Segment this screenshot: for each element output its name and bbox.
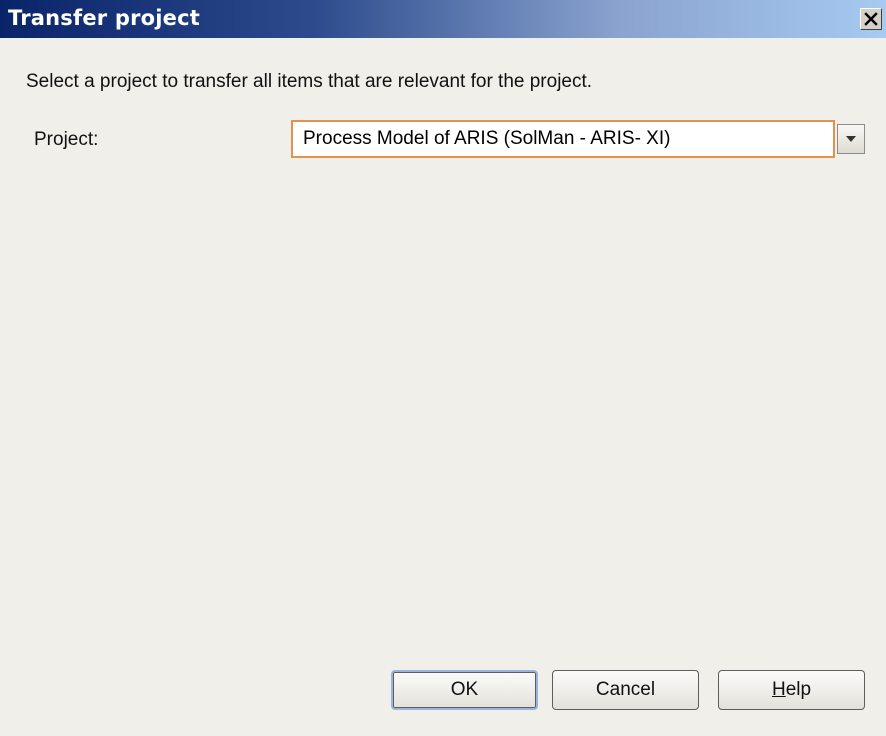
help-button[interactable]: Help [718,670,865,710]
project-label: Project: [34,129,99,150]
transfer-project-dialog: Transfer project Select a project to tra… [0,0,886,736]
title-bar[interactable]: Transfer project [0,0,886,38]
window-title: Transfer project [8,6,200,30]
close-icon [864,12,878,26]
help-label-rest: elp [785,679,812,700]
project-dropdown[interactable]: Process Model of ARIS (SolMan - ARIS- XI… [291,120,868,158]
close-button[interactable] [860,8,882,30]
ok-button[interactable]: OK [391,670,538,710]
project-select-value[interactable]: Process Model of ARIS (SolMan - ARIS- XI… [291,120,835,158]
help-mnemonic: H [771,679,786,700]
chevron-down-icon [846,136,856,142]
cancel-button[interactable]: Cancel [552,670,699,710]
instruction-text: Select a project to transfer all items t… [26,71,593,92]
dropdown-button[interactable] [837,124,865,154]
